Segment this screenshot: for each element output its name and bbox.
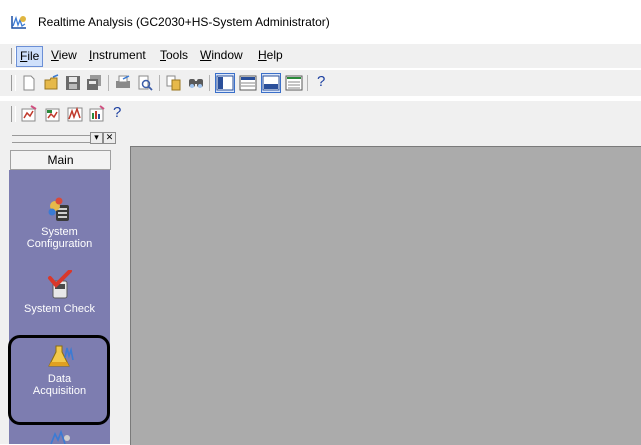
menu-label: indow (211, 48, 243, 62)
mdi-client-area (130, 146, 641, 445)
help-icon[interactable]: ? (113, 104, 121, 121)
system-configuration-icon (48, 197, 69, 221)
sidebar-header: ▾ ✕ (6, 132, 116, 144)
standard-toolbar: ? (0, 70, 641, 96)
save-as-icon[interactable] (85, 74, 103, 92)
toolbar-separator (108, 75, 109, 91)
copy-icon[interactable] (165, 74, 183, 92)
nav-label-configuration: Configuration (26, 238, 93, 250)
data-acquisition-highlight (8, 335, 110, 425)
nav-item-partial[interactable] (9, 430, 110, 444)
menu-view[interactable]: View (48, 46, 80, 65)
menu-label: ile (27, 49, 40, 63)
menu-accelerator: V (51, 48, 59, 62)
help-icon[interactable]: ? (317, 73, 325, 90)
toolbar-separator (307, 75, 308, 91)
layout-list-icon[interactable] (285, 74, 303, 92)
sidebar-dropdown-button[interactable]: ▾ (90, 132, 103, 144)
analysis-toolbar: ? (0, 101, 641, 128)
system-check-icon (47, 270, 72, 299)
layout-left-pane-icon[interactable] (215, 73, 235, 93)
toolbar-grip[interactable] (11, 106, 16, 122)
menu-file[interactable]: File (16, 46, 44, 67)
nav-item-system-check[interactable]: System Check (9, 270, 110, 315)
method-icon[interactable] (44, 105, 62, 123)
nav-item-system-configuration[interactable]: System Configuration (9, 196, 110, 250)
postrun-analysis-icon (49, 430, 70, 444)
workspace (118, 128, 641, 445)
menu-accelerator: H (258, 48, 267, 62)
menu-accelerator: W (200, 48, 212, 62)
app-icon (9, 14, 29, 30)
menu-tools[interactable]: Tools (157, 46, 191, 65)
menu-instrument[interactable]: Instrument (86, 46, 149, 65)
menu-label: iew (58, 48, 77, 62)
print-preview-icon[interactable] (136, 74, 154, 92)
save-icon[interactable] (64, 74, 82, 92)
nav-label-system: System (41, 226, 78, 238)
find-icon[interactable] (187, 74, 205, 92)
toolbar-separator (209, 75, 210, 91)
chromatogram-icon[interactable] (66, 105, 84, 123)
toolbar-separator (159, 75, 160, 91)
menu-label: nstrument (92, 48, 146, 62)
menu-help[interactable]: Help (255, 46, 286, 65)
menu-label: ools (166, 48, 189, 62)
print-icon[interactable] (114, 74, 132, 92)
acquire-icon[interactable] (20, 105, 38, 123)
tab-main[interactable]: Main (10, 150, 111, 170)
report-icon[interactable] (88, 105, 106, 123)
layout-bottom-pane-icon[interactable] (261, 73, 281, 93)
menu-bar: File View Instrument Tools Window Help (0, 44, 641, 68)
window-title: Realtime Analysis (GC2030+HS-System Admi… (38, 15, 330, 29)
sidebar-close-button[interactable]: ✕ (103, 132, 116, 144)
menu-window[interactable]: Window (197, 46, 246, 65)
sidebar-grip[interactable] (12, 135, 92, 143)
nav-label-system-check: System Check (24, 303, 95, 315)
layout-table-icon[interactable] (239, 74, 257, 92)
title-bar: Realtime Analysis (GC2030+HS-System Admi… (0, 0, 641, 44)
new-file-icon[interactable] (20, 74, 38, 92)
toolbar-grip[interactable] (11, 75, 16, 91)
menu-label: elp (266, 48, 283, 62)
open-folder-icon[interactable] (43, 74, 61, 92)
